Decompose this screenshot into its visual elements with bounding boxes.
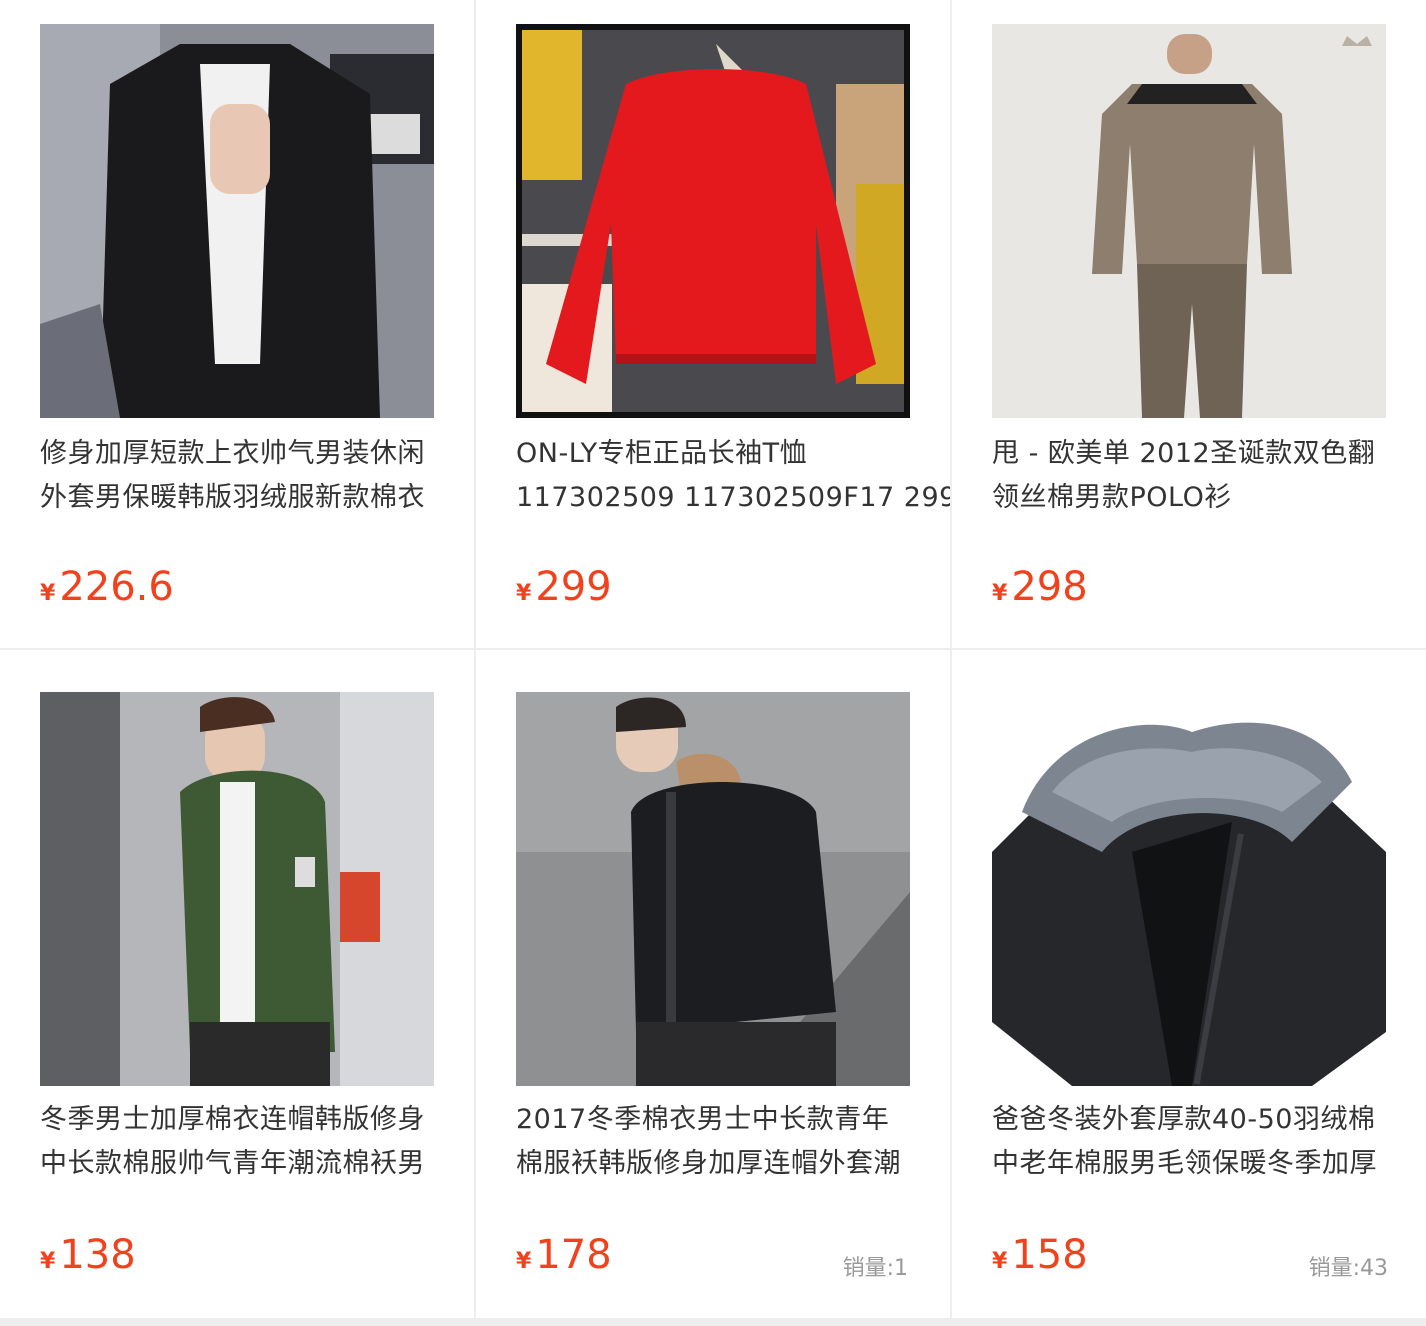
product-image[interactable] xyxy=(992,24,1386,418)
product-photo-black-hooded-coat xyxy=(516,692,910,1086)
currency-symbol: ¥ xyxy=(516,581,532,606)
product-title-line1: 修身加厚短款上衣帅气男装休闲 xyxy=(40,438,425,469)
product-image[interactable] xyxy=(40,692,434,1086)
product-image[interactable] xyxy=(40,24,434,418)
price-amount: 158 xyxy=(1011,1232,1088,1278)
currency-symbol: ¥ xyxy=(992,581,1008,606)
price-amount: 226.6 xyxy=(59,564,174,610)
product-photo-fur-collar-jacket xyxy=(992,692,1386,1086)
product-image[interactable] xyxy=(516,692,910,1086)
price-amount: 298 xyxy=(1011,564,1088,610)
product-price: ¥298 xyxy=(992,564,1088,610)
product-card[interactable]: 修身加厚短款上衣帅气男装休闲 外套男保暖韩版羽绒服新款棉衣 ¥226.6 xyxy=(0,0,474,648)
product-photo-polo-suit xyxy=(992,24,1386,418)
currency-symbol: ¥ xyxy=(516,1249,532,1274)
price-amount: 299 xyxy=(535,564,612,610)
product-title[interactable]: 冬季男士加厚棉衣连帽韩版修身 中长款棉服帅气青年潮流棉袄男 xyxy=(40,1098,440,1186)
product-price: ¥299 xyxy=(516,564,612,610)
product-title-line2: 中老年棉服男毛领保暖冬季加厚 xyxy=(992,1148,1377,1179)
product-card[interactable]: ON-LY专柜正品长袖T恤 117302509 117302509F17 299… xyxy=(476,0,950,648)
product-title[interactable]: 2017冬季棉衣男士中长款青年 棉服袄韩版修身加厚连帽外套潮 xyxy=(516,1098,916,1186)
product-title-line1: 2017冬季棉衣男士中长款青年 xyxy=(516,1104,890,1135)
product-title[interactable]: 甩 - 欧美单 2012圣诞款双色翻 领丝棉男款POLO衫 xyxy=(992,432,1392,520)
product-card[interactable]: 爸爸冬装外套厚款40-50羽绒棉 中老年棉服男毛领保暖冬季加厚 ¥158 销量:… xyxy=(952,650,1426,1318)
currency-symbol: ¥ xyxy=(40,581,56,606)
product-title[interactable]: 修身加厚短款上衣帅气男装休闲 外套男保暖韩版羽绒服新款棉衣 xyxy=(40,432,440,520)
product-grid: 修身加厚短款上衣帅气男装休闲 外套男保暖韩版羽绒服新款棉衣 ¥226.6 ON-… xyxy=(0,0,1426,1326)
sales-count: 销量:43 xyxy=(1308,1256,1388,1281)
product-title[interactable]: 爸爸冬装外套厚款40-50羽绒棉 中老年棉服男毛领保暖冬季加厚 xyxy=(992,1098,1392,1186)
product-price: ¥158 xyxy=(992,1232,1088,1278)
product-title-line1: 甩 - 欧美单 2012圣诞款双色翻 xyxy=(992,438,1376,469)
product-title-line2: 领丝棉男款POLO衫 xyxy=(992,482,1232,513)
product-title-line1: 冬季男士加厚棉衣连帽韩版修身 xyxy=(40,1104,425,1135)
product-title-line1: 爸爸冬装外套厚款40-50羽绒棉 xyxy=(992,1104,1376,1135)
product-card[interactable]: 冬季男士加厚棉衣连帽韩版修身 中长款棉服帅气青年潮流棉袄男 ¥138 xyxy=(0,650,474,1318)
product-image[interactable] xyxy=(992,692,1386,1086)
currency-symbol: ¥ xyxy=(992,1249,1008,1274)
currency-symbol: ¥ xyxy=(40,1249,56,1274)
sales-count: 销量:1 xyxy=(842,1256,908,1281)
product-price: ¥178 xyxy=(516,1232,612,1278)
product-title-line2: 117302509 117302509F17 299 xyxy=(516,482,950,513)
product-title-line2: 外套男保暖韩版羽绒服新款棉衣 xyxy=(40,482,425,513)
product-title-line2: 棉服袄韩版修身加厚连帽外套潮 xyxy=(516,1148,901,1179)
product-image[interactable] xyxy=(516,24,910,418)
product-title[interactable]: ON-LY专柜正品长袖T恤 117302509 117302509F17 299 xyxy=(516,432,950,520)
product-card[interactable]: 2017冬季棉衣男士中长款青年 棉服袄韩版修身加厚连帽外套潮 ¥178 销量:1 xyxy=(476,650,950,1318)
price-amount: 178 xyxy=(535,1232,612,1278)
product-price: ¥226.6 xyxy=(40,564,174,610)
product-photo-green-parka xyxy=(40,692,434,1086)
product-title-line2: 中长款棉服帅气青年潮流棉袄男 xyxy=(40,1148,425,1179)
product-photo-black-jacket xyxy=(40,24,434,418)
product-photo-red-sweater xyxy=(516,24,910,418)
price-amount: 138 xyxy=(59,1232,136,1278)
product-card[interactable]: 甩 - 欧美单 2012圣诞款双色翻 领丝棉男款POLO衫 ¥298 xyxy=(952,0,1426,648)
product-title-line1: ON-LY专柜正品长袖T恤 xyxy=(516,438,808,469)
product-price: ¥138 xyxy=(40,1232,136,1278)
